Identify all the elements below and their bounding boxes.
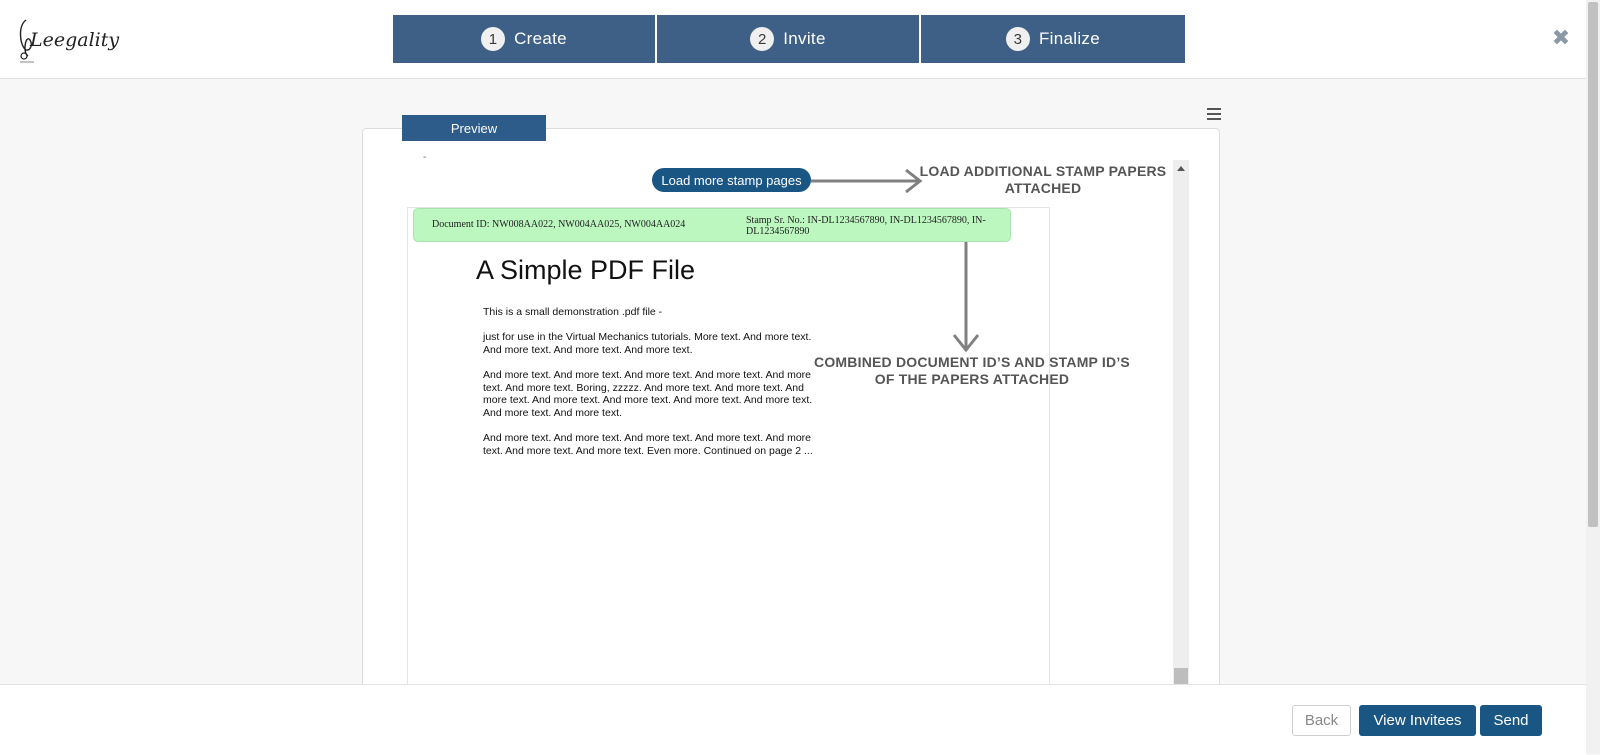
scroll-up-arrow-icon[interactable] [1177,166,1185,171]
step-invite[interactable]: 2 Invite [657,15,921,63]
stamp-serial-text: Stamp Sr. No.: IN-DL1234567890, IN-DL123… [746,215,986,237]
step-label-invite: Invite [783,29,826,48]
dash-mark: - [423,152,427,163]
close-icon[interactable]: ✖ [1551,27,1571,49]
step-number-3: 3 [1006,27,1030,51]
svg-text:Leegality: Leegality [29,29,119,51]
step-create[interactable]: 1 Create [393,15,657,63]
leegality-logo: Leegality [12,12,122,64]
tab-preview[interactable]: Preview [402,115,546,141]
document-id-text: Document ID: NW008AA022, NW004AA025, NW0… [432,219,686,230]
load-more-stamp-pages-button[interactable]: Load more stamp pages [652,168,811,192]
top-bar: Leegality 1 Create 2 Invite 3 Finalize ✖ [0,0,1586,79]
view-invitees-button[interactable]: View Invitees [1359,705,1476,736]
annotation-load-stamp-papers: LOAD ADDITIONAL STAMP PAPERS ATTACHED [919,163,1167,196]
step-label-finalize: Finalize [1039,29,1100,48]
step-number-1: 1 [481,27,506,51]
pdf-paragraph-3: And more text. And more text. And more t… [483,369,813,419]
pdf-title: A Simple PDF File [476,255,696,285]
pdf-paragraph-4: And more text. And more text. And more t… [483,432,813,457]
hamburger-menu-icon[interactable] [1207,108,1221,122]
document-stamp-id-bar: Document ID: NW008AA022, NW004AA025, NW0… [413,208,1011,242]
pdf-paragraph-1: This is a small demonstration .pdf file … [483,306,663,318]
page-scrollbar-thumb[interactable] [1588,2,1598,527]
page-scrollbar[interactable] [1586,0,1600,754]
step-finalize[interactable]: 3 Finalize [921,15,1185,63]
annotation-combined-ids: COMBINED DOCUMENT ID’S AND STAMP ID’S OF… [814,354,1130,387]
pdf-paragraph-2: just for use in the Virtual Mechanics tu… [483,331,812,356]
step-number-2: 2 [750,27,775,51]
wizard-steps: 1 Create 2 Invite 3 Finalize [393,15,1185,63]
preview-scrollbar[interactable] [1173,160,1189,686]
step-label-create: Create [514,29,567,48]
back-button[interactable]: Back [1292,705,1351,736]
send-button[interactable]: Send [1480,705,1542,736]
logo-graphic: Leegality [19,19,119,63]
